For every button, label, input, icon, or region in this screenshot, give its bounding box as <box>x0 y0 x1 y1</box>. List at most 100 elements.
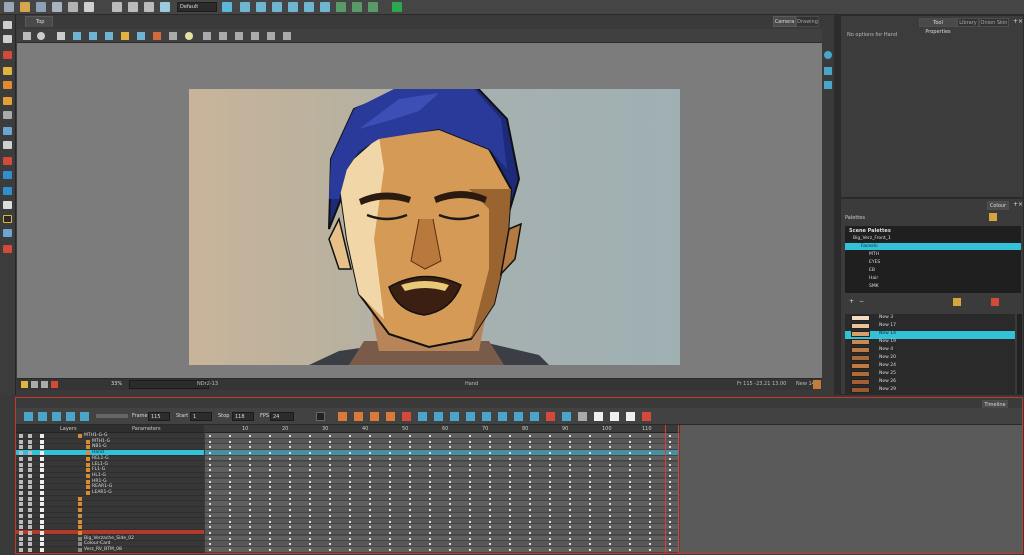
tab-top-view[interactable]: Top <box>25 16 53 27</box>
keyframe-dot[interactable] <box>209 514 211 517</box>
cut-icon[interactable] <box>112 2 122 12</box>
cell-row[interactable] <box>205 455 679 462</box>
keyframe-dot[interactable] <box>629 440 631 443</box>
keyframe-dot[interactable] <box>249 440 251 443</box>
lock-icon[interactable] <box>28 462 32 467</box>
keyframe-dot[interactable] <box>449 543 451 546</box>
keyframe-dot[interactable] <box>649 469 651 472</box>
text-tool-icon[interactable] <box>3 111 12 119</box>
keyframe-dot[interactable] <box>309 457 311 460</box>
visibility-checkbox[interactable] <box>40 462 44 467</box>
eye-icon[interactable] <box>19 496 23 501</box>
keyframe-dot[interactable] <box>309 520 311 523</box>
visibility-checkbox[interactable] <box>40 502 44 507</box>
light-table-icon[interactable] <box>137 32 145 40</box>
keyframe-dot[interactable] <box>369 509 371 512</box>
keyframe-dot[interactable] <box>249 514 251 517</box>
keyframe-dot[interactable] <box>209 435 211 437</box>
palette-icon[interactable] <box>989 213 997 221</box>
fit-icon[interactable] <box>514 412 523 421</box>
keyframe-dot[interactable] <box>429 520 431 523</box>
keyframe-dot[interactable] <box>269 452 271 455</box>
eye-icon[interactable] <box>19 530 23 535</box>
lock-icon[interactable] <box>28 508 32 513</box>
swatch-row[interactable]: New 29 <box>845 387 1015 394</box>
workspace-select[interactable]: Default <box>177 2 217 12</box>
cell-row[interactable] <box>205 461 679 467</box>
keyframe-dot[interactable] <box>249 435 251 437</box>
keyframe-dot[interactable] <box>249 474 251 477</box>
keyframe-dot[interactable] <box>549 474 551 477</box>
keyframe-dot[interactable] <box>229 526 231 529</box>
keyframe-dot[interactable] <box>309 509 311 512</box>
keyframe-dot[interactable] <box>509 440 511 443</box>
keyframe-dot[interactable] <box>269 446 271 449</box>
eye-icon[interactable] <box>19 434 23 438</box>
palette-item[interactable]: SMK <box>853 283 1023 290</box>
visibility-checkbox[interactable] <box>40 542 44 547</box>
draw-tool-icon[interactable] <box>316 412 325 421</box>
keyframe-dot[interactable] <box>629 486 631 489</box>
keyframe-dot[interactable] <box>209 520 211 523</box>
keyframe-dot[interactable] <box>529 497 531 500</box>
keyframe-dot[interactable] <box>389 526 391 529</box>
keyframe-dot[interactable] <box>389 543 391 546</box>
loop-icon[interactable] <box>38 412 47 421</box>
lock-icon[interactable] <box>121 32 129 40</box>
keyframe-dot[interactable] <box>589 452 591 455</box>
keyframe-dot[interactable] <box>289 531 291 534</box>
keyframe-dot[interactable] <box>409 469 411 472</box>
keyframe-dot[interactable] <box>449 537 451 540</box>
keyframe-dot[interactable] <box>569 520 571 523</box>
keyframe-dot[interactable] <box>509 486 511 489</box>
paste-icon[interactable] <box>144 2 154 12</box>
keyframe-dot[interactable] <box>289 440 291 443</box>
keyframe-dot[interactable] <box>389 503 391 506</box>
palette-item[interactable]: MTH <box>853 251 1023 258</box>
keyframe-dot[interactable] <box>529 537 531 540</box>
keyframe-dot[interactable] <box>609 457 611 460</box>
cell-row[interactable] <box>205 541 679 547</box>
keyframe-dot[interactable] <box>349 503 351 506</box>
start-field[interactable]: 1 <box>190 412 212 421</box>
keyframe-dot[interactable] <box>409 480 411 483</box>
scale-icon[interactable] <box>272 2 282 12</box>
keyframe-dot[interactable] <box>289 452 291 455</box>
eye-icon[interactable] <box>19 519 23 524</box>
lock-icon[interactable] <box>28 485 32 490</box>
keyframe-dot[interactable] <box>669 469 671 472</box>
ink-tool-icon[interactable] <box>3 141 12 149</box>
keyframe-dot[interactable] <box>229 531 231 534</box>
keyframe-dot[interactable] <box>209 480 211 483</box>
keyframe-dot[interactable] <box>329 497 331 500</box>
keyframe-dot[interactable] <box>509 520 511 523</box>
keyframe-dot[interactable] <box>529 531 531 534</box>
keyframe-dot[interactable] <box>249 457 251 460</box>
rotate-view-icon[interactable] <box>824 67 832 75</box>
tool-e-icon[interactable] <box>267 32 275 40</box>
keyframe-dot[interactable] <box>549 469 551 472</box>
cell-row[interactable] <box>205 535 679 542</box>
keyframe-dot[interactable] <box>509 514 511 517</box>
keyframe-dot[interactable] <box>369 503 371 506</box>
keyframe-dot[interactable] <box>249 531 251 534</box>
keyframe-dot[interactable] <box>429 463 431 466</box>
keyframe-dot[interactable] <box>409 440 411 443</box>
keyframe-dot[interactable] <box>609 452 611 455</box>
keyframe-dot[interactable] <box>629 463 631 466</box>
keyframe-dot[interactable] <box>209 469 211 472</box>
keyframe-dot[interactable] <box>389 457 391 460</box>
paint-tool-icon[interactable] <box>3 81 12 89</box>
keyframe-dot[interactable] <box>289 480 291 483</box>
keyframe-dot[interactable] <box>449 497 451 500</box>
keyframe-dot[interactable] <box>669 531 671 534</box>
keyframe-dot[interactable] <box>609 503 611 506</box>
keyframe-dot[interactable] <box>269 457 271 460</box>
keyframe-dot[interactable] <box>369 537 371 540</box>
keyframe-dot[interactable] <box>309 486 311 489</box>
keyframe-dot[interactable] <box>229 440 231 443</box>
keyframe-dot[interactable] <box>449 440 451 443</box>
keyframe-dot[interactable] <box>289 492 291 494</box>
keyframe-dot[interactable] <box>229 549 231 551</box>
keyframe-dot[interactable] <box>269 469 271 472</box>
